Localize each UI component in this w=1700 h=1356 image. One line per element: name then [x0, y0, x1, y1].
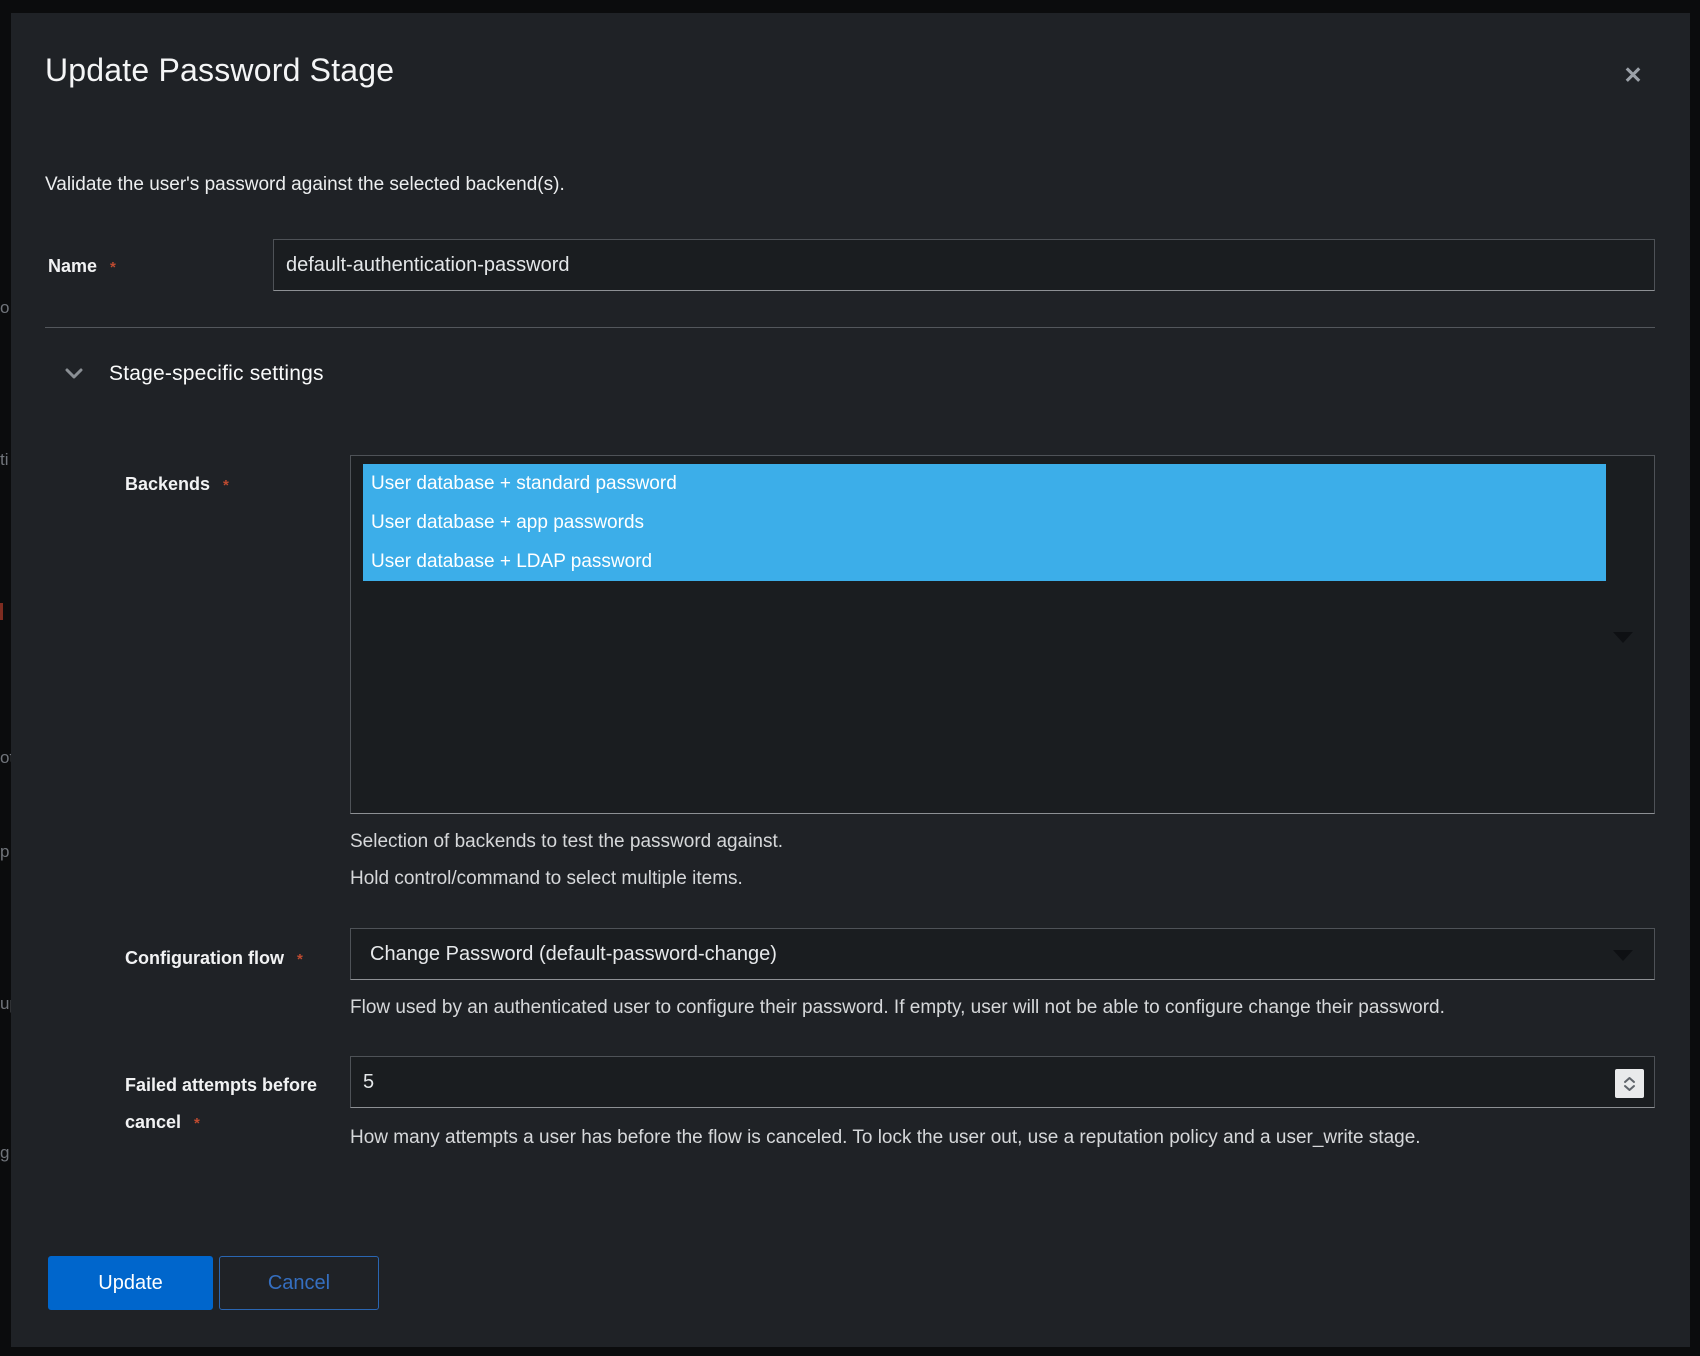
update-password-stage-modal: Update Password Stage ✕ Validate the use…: [11, 13, 1690, 1347]
name-input[interactable]: [273, 239, 1655, 291]
backend-option-selected[interactable]: User database + app passwords: [363, 503, 1606, 542]
failed-attempts-input[interactable]: [350, 1056, 1655, 1108]
configuration-flow-value: Change Password (default-password-change…: [370, 929, 777, 979]
chevron-down-icon: [1613, 632, 1633, 643]
backends-help-line: Hold control/command to select multiple …: [350, 860, 783, 897]
failed-attempts-help: How many attempts a user has before the …: [350, 1125, 1421, 1152]
stepper-down-icon: [1623, 1084, 1636, 1092]
close-icon[interactable]: ✕: [1615, 57, 1651, 93]
required-marker: *: [297, 951, 303, 968]
chevron-down-icon: [1613, 950, 1633, 961]
configuration-flow-help: Flow used by an authenticated user to co…: [350, 995, 1445, 1022]
number-stepper[interactable]: [1615, 1069, 1644, 1098]
backend-option-selected[interactable]: User database + LDAP password: [363, 542, 1606, 581]
background-text-fragment: up: [0, 994, 11, 1014]
background-text-fragment: ot: [0, 748, 11, 768]
update-button[interactable]: Update: [48, 1256, 213, 1310]
background-text-fragment: g: [0, 1143, 11, 1163]
section-divider: [45, 327, 1655, 328]
cancel-button[interactable]: Cancel: [219, 1256, 379, 1310]
required-marker: *: [223, 477, 229, 494]
backends-help-line: Selection of backends to test the passwo…: [350, 823, 783, 860]
modal-title: Update Password Stage: [45, 51, 394, 89]
required-marker: *: [110, 259, 116, 276]
backends-help: Selection of backends to test the passwo…: [350, 823, 783, 897]
failed-attempts-label-text: cancel: [125, 1112, 181, 1132]
modal-description: Validate the user's password against the…: [45, 171, 565, 199]
stage-settings-section-toggle[interactable]: Stage-specific settings: [61, 357, 324, 391]
backends-label-text: Backends: [125, 474, 210, 494]
name-label: Name *: [48, 255, 116, 277]
required-marker: *: [194, 1115, 200, 1132]
chevron-down-icon: [61, 365, 87, 383]
background-fragment-bar: [0, 603, 3, 620]
configuration-flow-label: Configuration flow *: [125, 947, 303, 969]
stepper-up-icon: [1623, 1076, 1636, 1084]
failed-attempts-label-line1: Failed attempts before: [125, 1075, 317, 1095]
background-text-fragment: p: [0, 842, 11, 862]
section-title: Stage-specific settings: [109, 362, 324, 386]
page-background: o ti ot p up g Update Password Stage ✕ V…: [0, 0, 1700, 1356]
configuration-flow-select[interactable]: Change Password (default-password-change…: [350, 928, 1655, 980]
background-text-fragment: ti: [0, 450, 11, 470]
failed-attempts-label-line2: cancel *: [125, 1111, 355, 1135]
failed-attempts-label: Failed attempts before cancel *: [125, 1074, 355, 1135]
background-text-fragment: o: [0, 298, 11, 318]
backend-option-selected[interactable]: User database + standard password: [363, 464, 1606, 503]
backends-multiselect[interactable]: User database + standard password User d…: [350, 455, 1655, 814]
configuration-flow-label-text: Configuration flow: [125, 948, 284, 968]
backends-label: Backends *: [125, 473, 229, 495]
name-label-text: Name: [48, 256, 97, 276]
